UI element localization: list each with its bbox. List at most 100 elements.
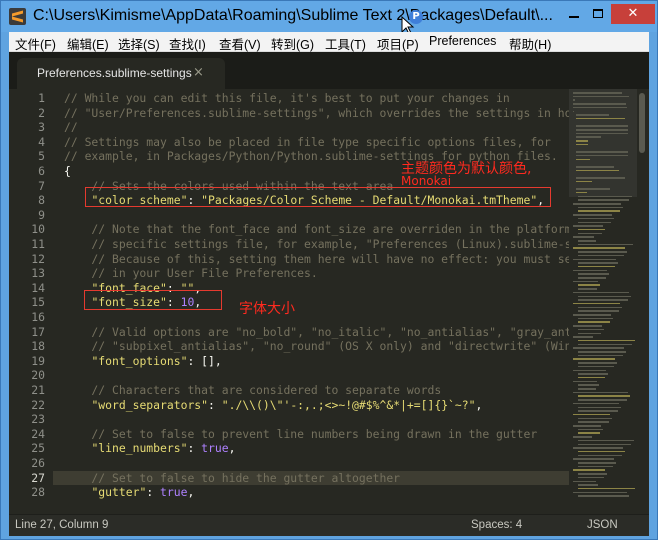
minimap-line bbox=[578, 254, 624, 257]
minimap-line bbox=[575, 136, 601, 138]
code-line: { bbox=[64, 164, 71, 178]
theme-annotation-line2: Monokai bbox=[401, 174, 452, 188]
line-number: 1 bbox=[38, 91, 45, 105]
minimap-line bbox=[578, 421, 609, 423]
minimap-line bbox=[578, 343, 632, 346]
minimap-line bbox=[573, 325, 602, 327]
vertical-scrollbar[interactable] bbox=[638, 89, 646, 514]
minimap-line bbox=[578, 362, 617, 364]
minimap-line bbox=[578, 273, 609, 275]
minimap-line bbox=[573, 491, 627, 494]
minimap-line bbox=[573, 95, 629, 98]
minimap-line bbox=[578, 450, 625, 453]
font-size-highlight-box bbox=[84, 290, 222, 310]
line-number: 25 bbox=[31, 441, 45, 456]
minimap-line bbox=[575, 117, 626, 120]
line-number: 5 bbox=[38, 149, 45, 164]
maximize-button[interactable] bbox=[583, 4, 613, 24]
minimap-line bbox=[578, 473, 607, 475]
line-number-gutter[interactable]: 1 2 3 4 5 6 7 8 9 10 11 12 13 14 15 16 17 18 19 20 21 22 23 24 2… bbox=[9, 89, 53, 514]
minimap-line bbox=[578, 462, 616, 464]
minimap-line bbox=[578, 306, 622, 309]
minimap-line bbox=[578, 295, 631, 297]
minimap-line bbox=[575, 114, 609, 116]
minimap-line bbox=[578, 354, 623, 357]
minimap-line bbox=[575, 125, 629, 127]
minimap-line bbox=[578, 417, 612, 420]
minimap-line bbox=[578, 210, 620, 212]
title-bar[interactable]: C:\Users\Kimisme\AppData\Roaming\Sublime… bbox=[1, 1, 657, 35]
minimap-line bbox=[575, 143, 588, 146]
line-number: 11 bbox=[31, 237, 45, 251]
minimap-line bbox=[578, 217, 614, 220]
scrollbar-thumb[interactable] bbox=[639, 93, 645, 153]
minimap-line bbox=[578, 265, 615, 268]
minimap-line bbox=[575, 132, 629, 135]
tab-bar: Preferences.sublime-settings × bbox=[9, 52, 649, 89]
minimap-line bbox=[578, 195, 632, 198]
minimap[interactable] bbox=[569, 89, 637, 514]
status-bar: Line 27, Column 9 Spaces: 4 JSON bbox=[9, 514, 649, 536]
minimap-line bbox=[573, 380, 597, 383]
menu-preferences[interactable]: Preferences bbox=[429, 34, 496, 48]
minimap-line bbox=[575, 154, 629, 157]
minimap-line bbox=[578, 240, 596, 242]
tab-label: Preferences.sublime-settings bbox=[37, 66, 192, 80]
code-line: "font_options": [], bbox=[91, 353, 222, 368]
minimap-line bbox=[578, 406, 621, 408]
minimap-line bbox=[575, 191, 588, 194]
minimap-line bbox=[573, 347, 624, 349]
line-number: 14 bbox=[31, 280, 45, 295]
menu-edit[interactable]: 编辑(E) bbox=[67, 34, 109, 53]
line-number: 22 bbox=[31, 397, 45, 412]
minimap-line bbox=[578, 484, 598, 486]
window-title: C:\Users\Kimisme\AppData\Roaming\Sublime… bbox=[33, 7, 553, 24]
minimap-line bbox=[573, 425, 601, 427]
minimap-line bbox=[573, 214, 612, 216]
minimap-line bbox=[578, 443, 631, 445]
minimap-line bbox=[575, 151, 629, 153]
minimap-line bbox=[578, 317, 613, 320]
menu-tools[interactable]: 工具(T) bbox=[325, 34, 366, 53]
minimap-line bbox=[578, 351, 626, 353]
editor-pane: Preferences.sublime-settings × 123456789… bbox=[9, 52, 649, 514]
tab-preferences-settings[interactable]: Preferences.sublime-settings × bbox=[17, 58, 225, 89]
menu-file[interactable]: 文件(F) bbox=[15, 34, 56, 53]
menu-help[interactable]: 帮助(H) bbox=[509, 34, 551, 53]
font-size-annotation: 字体大小 bbox=[239, 301, 295, 317]
minimap-line bbox=[578, 199, 629, 201]
code-line: // Valid options are "no_bold", "no_ital… bbox=[64, 324, 569, 339]
menu-project[interactable]: 项目(P) bbox=[377, 34, 419, 53]
minimap-line bbox=[575, 180, 592, 183]
code-line: // "User/Preferences.sublime-settings", … bbox=[64, 105, 569, 120]
sublime-window: C:\Users\Kimisme\AppData\Roaming\Sublime… bbox=[0, 0, 658, 540]
status-cursor-position: Line 27, Column 9 bbox=[15, 519, 109, 531]
code-line: // bbox=[64, 120, 78, 135]
code-line: // "subpixel_antialias", "no_round" (OS … bbox=[64, 339, 569, 354]
minimap-line bbox=[578, 321, 610, 323]
minimap-line bbox=[573, 369, 606, 371]
close-window-button[interactable]: ✕ bbox=[611, 4, 655, 24]
line-number: 7 bbox=[38, 178, 45, 193]
minimap-line bbox=[573, 110, 574, 112]
minimap-line bbox=[573, 92, 622, 94]
menu-goto[interactable]: 转到(G) bbox=[271, 34, 314, 53]
line-number: 16 bbox=[31, 310, 45, 324]
line-number: 9 bbox=[38, 207, 45, 222]
menu-selection[interactable]: 选择(S) bbox=[118, 34, 160, 53]
menu-find[interactable]: 查找(I) bbox=[169, 34, 206, 53]
status-indentation[interactable]: Spaces: 4 bbox=[471, 519, 522, 531]
minimap-line bbox=[575, 188, 610, 190]
minimap-line bbox=[573, 469, 605, 471]
minimap-line bbox=[578, 395, 630, 397]
line-number: 21 bbox=[31, 383, 45, 397]
status-syntax[interactable]: JSON bbox=[587, 519, 618, 531]
minimap-line bbox=[575, 166, 615, 168]
menu-view[interactable]: 查看(V) bbox=[219, 34, 261, 53]
minimap-line bbox=[578, 228, 605, 231]
minimap-line bbox=[578, 454, 622, 457]
minimap-line bbox=[578, 251, 627, 253]
line-number: 17 bbox=[31, 324, 45, 339]
minimap-line bbox=[578, 376, 605, 379]
tab-close-icon[interactable]: × bbox=[193, 65, 204, 80]
